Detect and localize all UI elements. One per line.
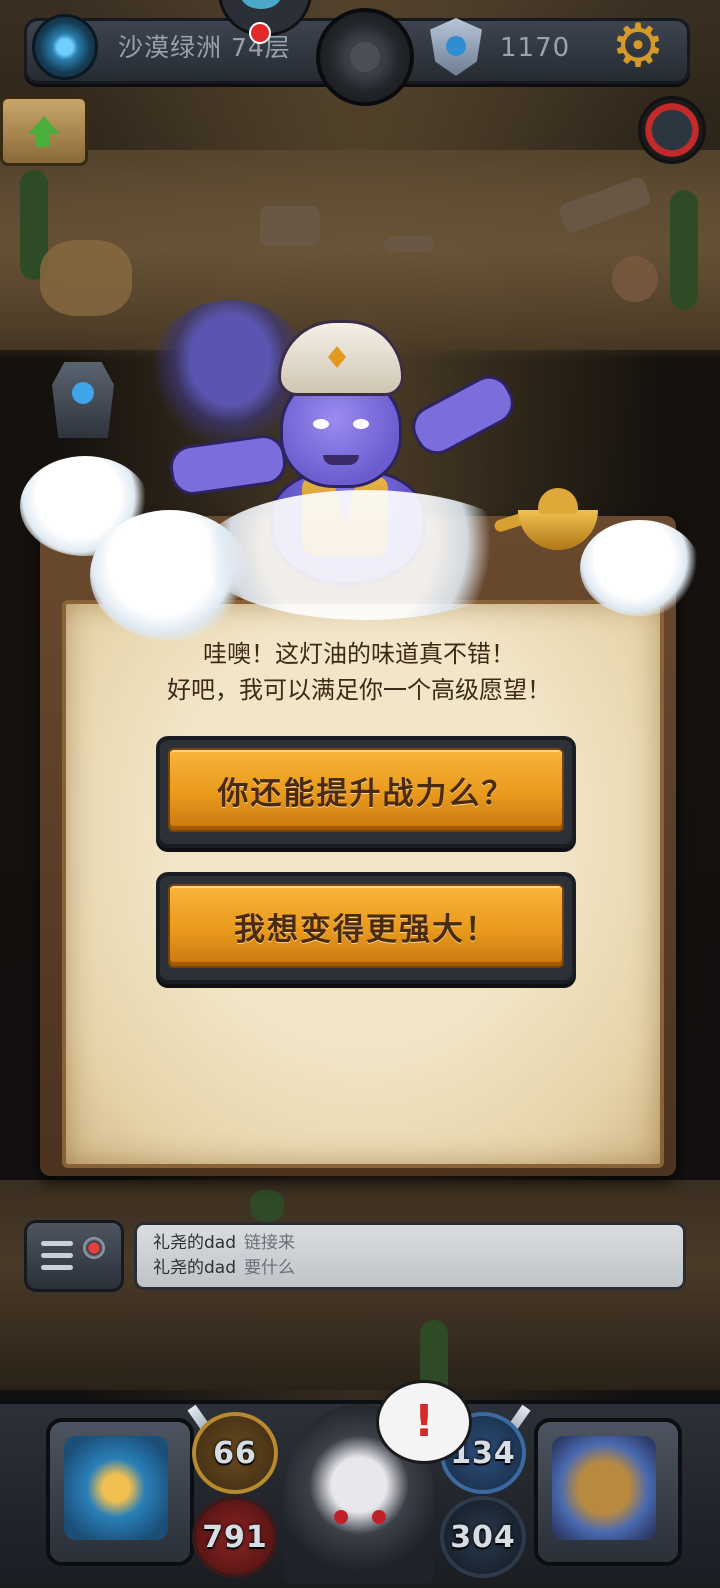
chat-user: 礼尧的dad: [153, 1258, 236, 1278]
chat-icon-line: [41, 1253, 73, 1258]
hero-eye: [372, 1510, 386, 1524]
up-arrow-icon: [28, 116, 60, 134]
pharaoh-statue: [40, 240, 132, 316]
chat-message: 礼尧的dad 要什么: [153, 1256, 295, 1280]
choice-label: 我想变得更强大！: [234, 911, 498, 948]
center-dial-icon[interactable]: [316, 8, 414, 106]
compass-icon: [64, 1436, 168, 1540]
floor-up-button[interactable]: [0, 96, 88, 166]
cactus: [250, 1190, 284, 1222]
genie-eye: [353, 419, 369, 429]
chat-text: 要什么: [244, 1258, 295, 1278]
genie-arm-right: [404, 368, 522, 462]
chat-icon-line: [41, 1265, 73, 1270]
speed-stat: 304: [440, 1496, 526, 1578]
chat-icon-line: [41, 1241, 73, 1246]
chat-icon-knob: [83, 1237, 105, 1259]
chat-box[interactable]: 礼尧的dad 链接来 礼尧的dad 要什么: [134, 1222, 686, 1290]
health-stat: 791: [192, 1496, 278, 1578]
cloud: [200, 490, 530, 620]
rock: [612, 256, 658, 302]
cactus: [670, 190, 698, 310]
dialog-line: 哇噢！这灯油的味道真不错！: [203, 640, 515, 668]
hero-eye: [334, 1510, 348, 1524]
alert-mark: !: [413, 1396, 435, 1447]
rock: [260, 206, 320, 246]
lamp-lid: [538, 488, 578, 514]
rock: [384, 236, 434, 252]
chat-message: 礼尧的dad 链接来: [153, 1231, 295, 1255]
compass-slot[interactable]: [46, 1418, 194, 1566]
dialog-text: 哇噢！这灯油的味道真不错！ 好吧，我可以满足你一个高级愿望！: [62, 636, 656, 708]
speed-value: 304: [450, 1519, 516, 1555]
inventory-slot[interactable]: [534, 1418, 682, 1566]
chat-radio-icon[interactable]: [24, 1220, 124, 1292]
choice-button-boost-power[interactable]: 你还能提升战力么？: [156, 736, 576, 848]
coin-value: 1170: [500, 33, 571, 63]
alert-icon[interactable]: !: [376, 1380, 472, 1464]
choice-button-stronger[interactable]: 我想变得更强大！: [156, 872, 576, 984]
attack-stat: 66: [192, 1412, 278, 1494]
chat-text: 链接来: [244, 1233, 295, 1253]
dialog-line: 好吧，我可以满足你一个高级愿望！: [167, 676, 551, 704]
chat-user: 礼尧的dad: [153, 1233, 236, 1253]
cloud: [580, 520, 700, 616]
choice-button-face: 你还能提升战力么？: [168, 748, 564, 832]
health-value: 791: [202, 1519, 268, 1555]
lamp-bowl: [518, 510, 598, 550]
notification-dot: [249, 22, 271, 44]
monster-icon[interactable]: [638, 96, 706, 164]
attack-value: 66: [213, 1435, 257, 1471]
choice-label: 你还能提升战力么？: [217, 775, 515, 812]
genie-eye: [313, 419, 329, 429]
up-arrow-stem: [36, 133, 50, 147]
choice-button-face: 我想变得更强大！: [168, 884, 564, 968]
portal-icon[interactable]: [32, 14, 98, 80]
totem-icon: [52, 362, 114, 438]
inventory-icon: [552, 1436, 656, 1540]
genie-mouth: [323, 455, 359, 465]
gear-icon[interactable]: ⚙: [606, 14, 670, 78]
